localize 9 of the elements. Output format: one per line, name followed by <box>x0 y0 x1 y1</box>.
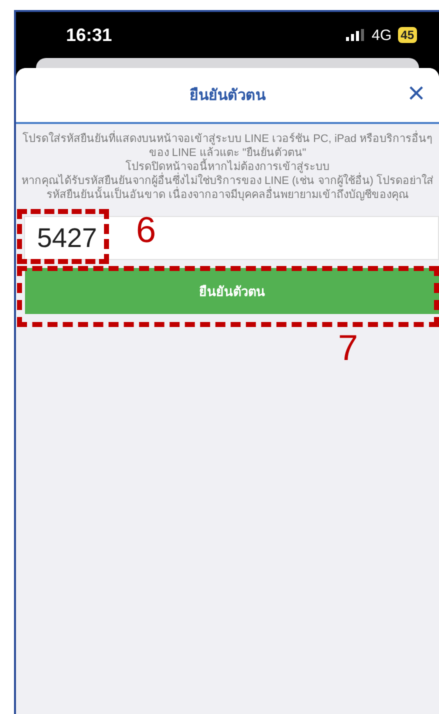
dialog-title: ยืนยันตัวตน <box>190 86 266 106</box>
battery-level: 45 <box>398 27 417 43</box>
instruction-text: หากคุณได้รับรหัสยืนยันจากผู้อื่นซึ่งไม่ใช่บริการของ LINE (เช่น จากผู้ใช้อื่น) โปรดอย่าใส่รหัสยืนยันนั้นเป็นอันขาด เนื่องจากอาจมีบุคคลอื่นพยายามเข้าถึงบัญชีของคุณ <box>20 174 435 202</box>
instruction-text: โปรดปิดหน้าจอนี้หากไม่ต้องการเข้าสู่ระบบ <box>20 160 435 174</box>
annotation-number: 7 <box>338 330 358 366</box>
network-label: 4G <box>372 26 392 44</box>
close-button[interactable]: × <box>407 80 425 108</box>
instruction-text: โปรดใส่รหัสยืนยันที่แสดงบนหน้าจอเข้าสู่ระบบ LINE เวอร์ชัน PC, iPad หรือบริการอื่นๆ ของ LINE แล้วแตะ "ยืนยันตัวตน" <box>20 132 435 160</box>
status-time: 16:31 <box>66 24 114 46</box>
